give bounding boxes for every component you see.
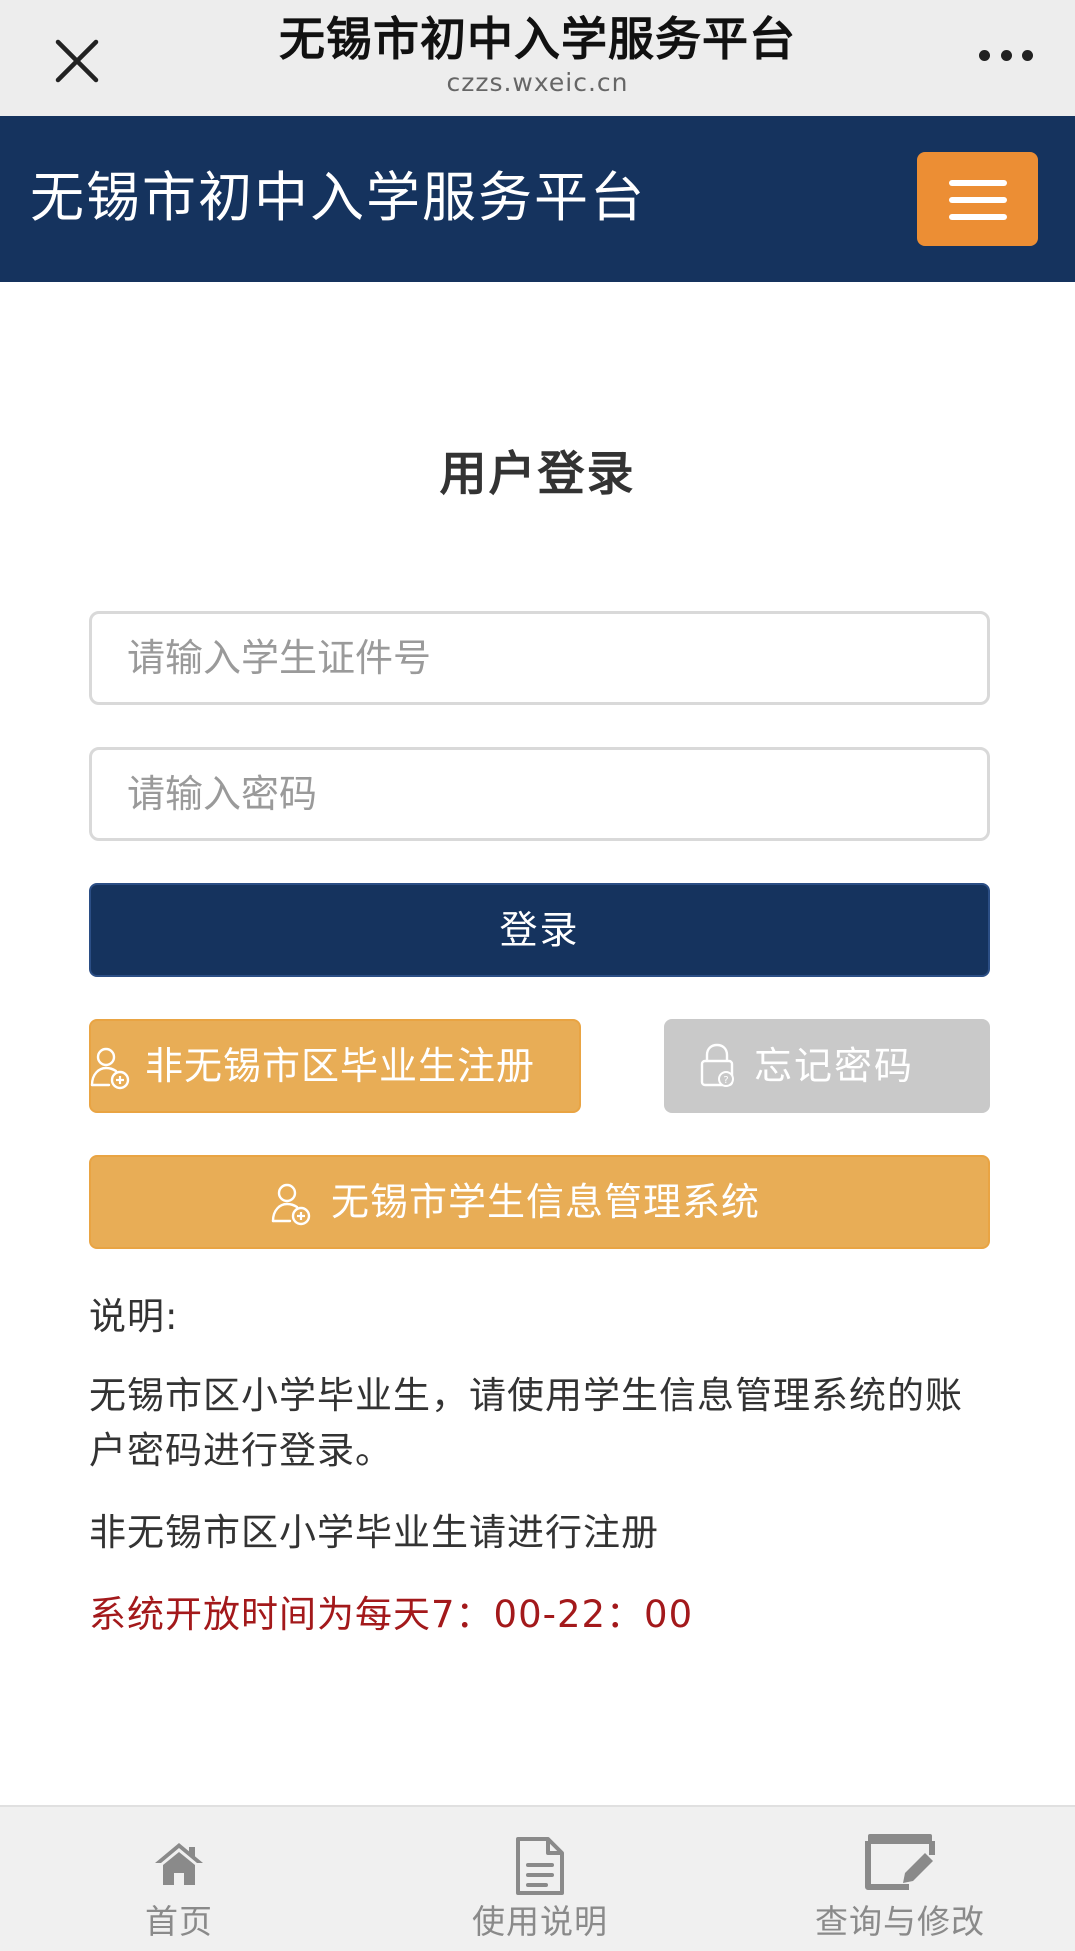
hamburger-menu-icon [949,197,1007,203]
student-id-input[interactable] [89,611,990,705]
nav-home-label: 首页 [145,1902,213,1941]
password-input[interactable] [89,747,990,841]
hamburger-menu-icon [949,214,1007,220]
dot [1000,49,1012,61]
wechat-title-bar: 无锡市初中入学服务平台 czzs.wxeic.cn [0,0,1075,116]
home-icon [155,1843,203,1885]
student-info-system-button[interactable]: 无锡市学生信息管理系统 [89,1155,990,1249]
instructions-paragraph: 无锡市区小学毕业生，请使用学生信息管理系统的账户密码进行登录。 [89,1374,963,1472]
nav-query[interactable]: 查询与修改 [770,1807,1030,1951]
dot [1022,49,1033,61]
forgot-password-button[interactable]: ? 忘记密码 [664,1019,990,1113]
svg-text:?: ? [723,1075,728,1086]
wechat-title-block: 无锡市初中入学服务平台 czzs.wxeic.cn [0,10,1075,98]
document-icon [516,1837,564,1895]
more-dots-icon[interactable] [971,40,1041,70]
bottom-nav: 首页 使用说明 查询与修改 [0,1805,1075,1951]
site-header: 无锡市初中入学服务平台 [0,116,1075,282]
instructions-heading: 说明: [89,1295,179,1338]
instructions-paragraph: 非无锡市区小学毕业生请进行注册 [89,1511,659,1554]
user-add-icon [271,1183,311,1226]
register-button[interactable]: 非无锡市区毕业生注册 [89,1019,581,1113]
lock-icon: ? [700,1043,734,1087]
login-title: 用户登录 [439,447,636,502]
nav-guide[interactable]: 使用说明 [410,1807,670,1951]
forgot-password-label: 忘记密码 [754,1044,915,1088]
user-add-icon [90,1047,130,1090]
wechat-page-title: 无锡市初中入学服务平台 [279,12,796,66]
hamburger-menu-icon [949,180,1007,186]
nav-query-label: 查询与修改 [815,1902,985,1941]
nav-home[interactable]: 首页 [49,1807,309,1951]
dot [979,49,990,61]
login-button[interactable]: 登录 [89,883,990,977]
student-info-system-label: 无锡市学生信息管理系统 [331,1180,761,1224]
hamburger-menu-button[interactable] [917,152,1038,246]
opening-hours-notice: 系统开放时间为每天7：00-22：00 [89,1593,694,1636]
wechat-page-url: czzs.wxeic.cn [446,68,629,97]
edit-icon [865,1834,935,1890]
nav-guide-label: 使用说明 [472,1902,608,1941]
register-button-label: 非无锡市区毕业生注册 [145,1044,536,1088]
site-title: 无锡市初中入学服务平台 [30,166,646,229]
instructions: 说明: 无锡市区小学毕业生，请使用学生信息管理系统的账户密码进行登录。 非无锡市… [89,1290,994,1642]
